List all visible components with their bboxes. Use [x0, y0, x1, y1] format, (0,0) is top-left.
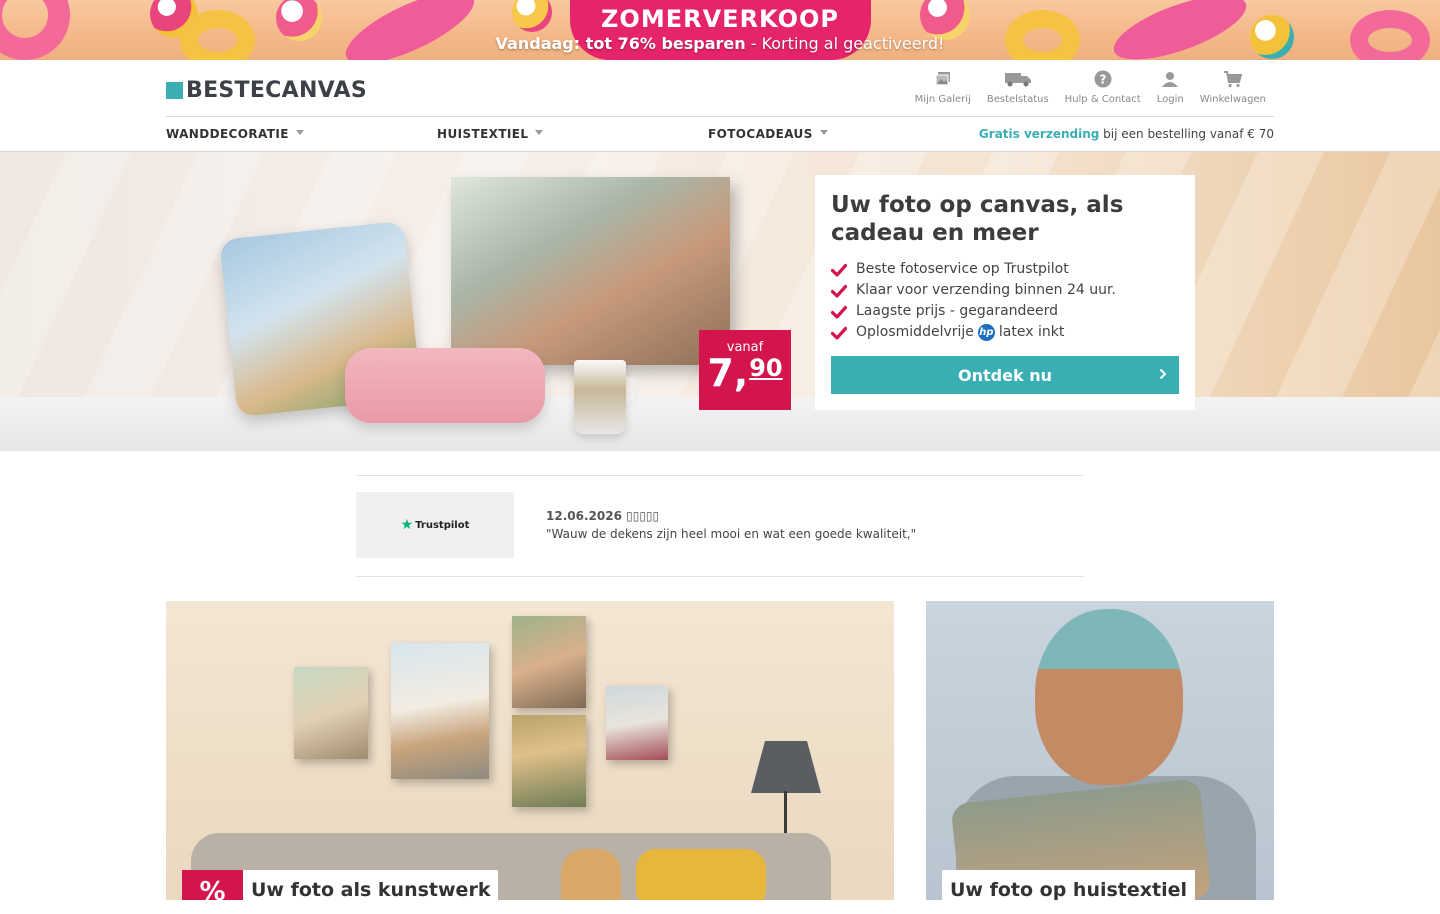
trustpilot-logo: ★ Trustpilot [401, 517, 470, 533]
header-link-label: Winkelwagen [1199, 94, 1266, 105]
review-stars: ▯▯▯▯▯ [626, 509, 660, 523]
tile-home-textile[interactable] [926, 601, 1274, 900]
usp-text: Klaar voor verzending binnen 24 uur. [856, 282, 1116, 298]
trustpilot-box[interactable]: ★ Trustpilot [356, 492, 514, 558]
hero-mug-image [574, 360, 626, 434]
hero-card: Uw foto op canvas, als cadeau en meer Be… [815, 175, 1195, 410]
usp-item: Beste fotoservice op Trustpilot [831, 259, 1179, 280]
usp-text: Laagste prijs - gegarandeerd [856, 303, 1059, 319]
hero-canvas-image [451, 177, 730, 365]
header-link-label: Bestelstatus [986, 94, 1049, 105]
gallery-icon [935, 72, 950, 86]
header-links: Mijn Galerij Bestelstatus ? Hulp & Conta… [907, 68, 1274, 105]
hero-title: Uw foto op canvas, als cadeau en meer [831, 192, 1124, 246]
brand-logo[interactable]: BESTECANVAS [166, 78, 367, 103]
discount-badge: % [182, 870, 243, 907]
usp-text: Oplosmiddelvrije [856, 324, 974, 340]
caret-down-icon [819, 129, 828, 135]
user-icon [1162, 72, 1179, 87]
header-link-login[interactable]: Login [1149, 68, 1192, 105]
caret-down-icon [535, 129, 544, 135]
hero-banner: vanaf 7, 90 Uw foto op canvas, als cadeau… [0, 152, 1440, 451]
usp-item: Laagste prijs - gegarandeerd [831, 301, 1179, 322]
usp-text: Beste fotoservice op Trustpilot [856, 261, 1069, 277]
tile-wall-art-label[interactable]: Uw foto als kunstwerk [243, 870, 499, 900]
header-link-order-status[interactable]: Bestelstatus [979, 68, 1057, 105]
nav-item-fotocadeaus[interactable]: FOTOCADEAUS [708, 127, 828, 141]
dog-image [561, 849, 621, 900]
chevron-right-icon [1159, 368, 1167, 380]
price-cents: 90 [749, 354, 783, 382]
main-navigation: WANDDECORATIE HUISTEXTIEL FOTOCADEAUS Gr… [166, 116, 1274, 151]
check-icon [831, 305, 847, 319]
promo-banner[interactable]: ZOMERVERKOOP Vandaag: tot 76% besparen -… [0, 0, 1440, 60]
free-shipping-text: bij een bestelling vanaf € 70 [1099, 127, 1274, 141]
usp-text: latex inkt [998, 324, 1065, 340]
nav-item-label: WANDDECORATIE [166, 127, 289, 141]
nav-item-label: FOTOCADEAUS [708, 127, 813, 141]
check-icon [831, 326, 847, 340]
header-link-label: Hulp & Contact [1064, 94, 1141, 105]
canvas-photo-frame [512, 616, 586, 708]
review-divider-top [356, 475, 1084, 476]
hero-blanket-image [345, 348, 545, 423]
promo-subtitle: Vandaag: tot 76% besparen - Korting al g… [0, 34, 1440, 53]
canvas-photo-frame [606, 686, 668, 760]
truck-icon [1004, 73, 1031, 87]
help-icon: ? [1094, 70, 1112, 88]
header-link-cart[interactable]: Winkelwagen [1192, 68, 1274, 105]
review-divider-bottom [356, 576, 1084, 577]
trustpilot-star-icon: ★ [400, 517, 414, 533]
review-date: 12.06.2026 ▯▯▯▯▯ [546, 509, 659, 523]
cart-icon [1223, 71, 1243, 88]
tile-wall-art[interactable] [166, 601, 894, 900]
trustpilot-wordmark: Trustpilot [415, 519, 470, 531]
promo-subtitle-rest: - Korting al geactiveerd! [745, 34, 945, 53]
discover-now-button[interactable]: Ontdek nu [831, 356, 1179, 394]
nav-item-wanddecoratie[interactable]: WANDDECORATIE [166, 127, 304, 141]
cta-label: Ontdek nu [958, 365, 1052, 385]
header-link-label: Login [1156, 94, 1184, 105]
hp-logo-icon: hp [977, 324, 995, 341]
usp-list: Beste fotoservice op Trustpilot Klaar vo… [831, 259, 1179, 343]
tile-home-textile-label[interactable]: Uw foto op huistextiel [942, 870, 1196, 900]
caret-down-icon [295, 129, 304, 135]
promo-subtitle-bold: Vandaag: tot 76% besparen [495, 34, 746, 53]
header-link-label: Mijn Galerij [914, 94, 971, 105]
canvas-photo-frame [294, 667, 368, 759]
price-value: 7, 90 [699, 351, 791, 395]
nav-item-huistextiel[interactable]: HUISTEXTIEL [437, 127, 544, 141]
nav-item-label: HUISTEXTIEL [437, 127, 529, 141]
free-shipping-note: Gratis verzending bij een bestelling van… [979, 127, 1274, 141]
site-header: BESTECANVAS Mijn Galerij Bestelstatus ? … [0, 60, 1440, 117]
canvas-photo-frame [512, 715, 586, 807]
brand-name: BESTECANVAS [186, 78, 367, 103]
lamp-shade [751, 741, 821, 793]
yellow-blanket-image [636, 849, 766, 900]
header-link-help[interactable]: ? Hulp & Contact [1057, 68, 1149, 105]
svg-text:?: ? [1099, 73, 1106, 87]
price-euros: 7, [707, 351, 749, 395]
header-link-gallery[interactable]: Mijn Galerij [907, 68, 979, 105]
review-date-text: 12.06.2026 [546, 509, 622, 523]
logo-square-icon [166, 82, 183, 99]
check-icon [831, 263, 847, 277]
free-shipping-highlight: Gratis verzending [978, 127, 1100, 141]
usp-item: Oplosmiddelvrije hp latex inkt [831, 322, 1179, 343]
price-badge[interactable]: vanaf 7, 90 [699, 330, 791, 410]
check-icon [831, 284, 847, 298]
review-text: "Wauw de dekens zijn heel mooi en wat ee… [546, 527, 917, 541]
usp-item: Klaar voor verzending binnen 24 uur. [831, 280, 1179, 301]
canvas-photo-frame [391, 643, 489, 779]
woman-portrait-image [1035, 609, 1183, 785]
promo-title: ZOMERVERKOOP [601, 5, 839, 33]
